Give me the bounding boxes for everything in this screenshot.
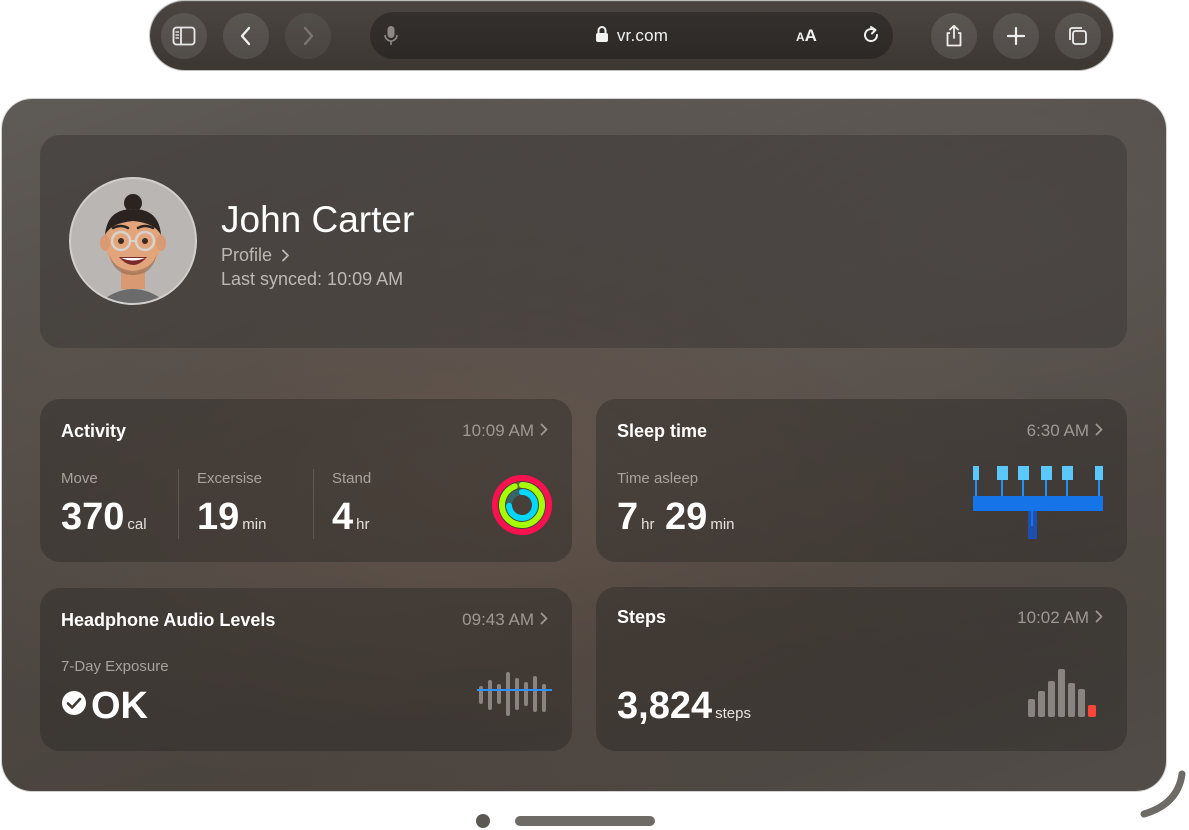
lock-icon [595,26,608,42]
steps-card[interactable]: Steps 10:02 AM 3,824 steps [596,587,1127,751]
browser-toolbar: vr.com AA [150,1,1113,70]
stand-number: 4 [332,496,354,538]
forward-button[interactable] [285,13,331,59]
divider [313,469,314,539]
activity-title: Activity [61,421,127,441]
sleep-hours-unit: hr [641,516,655,533]
stand-unit: hr [356,516,370,533]
resize-handle[interactable] [1138,770,1188,820]
url-label: vr.com [616,26,669,45]
share-icon [946,24,962,47]
profile-card: John Carter Profile Last synced: 10:09 A… [40,135,1127,348]
activity-time-label: 10:09 AM [462,421,534,440]
audio-levels-card[interactable]: Headphone Audio Levels 09:43 AM 7-Day Ex… [40,588,572,751]
reload-icon[interactable] [861,25,881,50]
sleep-stages-chart[interactable] [973,466,1107,542]
divider [178,469,179,539]
chevron-left-icon [240,26,251,46]
sleep-title: Sleep time [617,421,708,441]
sleep-time-label: 6:30 AM [1026,421,1089,440]
steps-time: 10:02 AM [1017,608,1103,628]
exercise-number: 19 [197,496,240,538]
audio-time: 09:43 AM [462,610,548,630]
steps-title: Steps [617,607,667,627]
steps-bars[interactable] [1028,667,1108,717]
text-size-button[interactable]: AA [796,26,817,46]
move-number: 370 [61,496,125,538]
chevron-right-icon [540,423,548,436]
share-button[interactable] [931,13,977,59]
chevron-right-icon [1095,610,1103,623]
exercise-unit: min [242,516,267,533]
address-bar[interactable]: vr.com AA [370,12,893,59]
last-synced: Last synced: 10:09 AM [221,269,404,289]
back-button[interactable] [223,13,269,59]
chevron-right-icon [1095,423,1103,436]
move-label: Move [61,470,98,487]
tabs-icon [1069,27,1087,45]
steps-number: 3,824 [617,685,713,727]
sleep-minutes: 29 [665,496,708,538]
steps-time-label: 10:02 AM [1017,608,1089,627]
checkmark-circle-icon [62,691,86,715]
chevron-right-icon [282,249,289,262]
move-value: 370 cal [61,496,147,539]
stand-label: Stand [332,470,372,487]
time-asleep-value: 7 hr 29 min [617,496,735,539]
audio-title: Headphone Audio Levels [61,610,276,630]
user-name: John Carter [221,199,415,240]
stand-value: 4 hr [332,496,369,539]
steps-value: 3,824 steps [617,685,751,728]
audio-time-label: 09:43 AM [462,610,534,629]
tabs-button[interactable] [1055,13,1101,59]
sleep-minutes-unit: min [710,516,735,533]
avatar[interactable] [69,177,197,305]
move-unit: cal [127,516,147,533]
activity-rings[interactable] [490,473,554,537]
sidebar-icon [172,26,196,46]
window-move-bar[interactable] [515,816,655,826]
steps-unit: steps [715,705,751,722]
exposure-label: 7-Day Exposure [61,658,169,675]
new-tab-button[interactable] [993,13,1039,59]
sleep-time: 6:30 AM [1027,421,1103,441]
current-steps-bar [1088,705,1096,717]
plus-icon [1006,26,1026,46]
profile-link[interactable]: Profile [221,245,290,266]
time-asleep-label: Time asleep [617,470,699,487]
activity-card[interactable]: Activity 10:09 AM Move 370 cal Excersise … [40,399,572,562]
activity-time: 10:09 AM [462,421,548,441]
sidebar-button[interactable] [161,13,207,59]
window-close-dot[interactable] [476,814,490,828]
sleep-hours: 7 [617,496,639,538]
chevron-right-icon [303,26,314,46]
audio-level-bars[interactable] [477,670,552,718]
exposure-status: OK [61,685,148,728]
exercise-label: Excersise [197,470,263,487]
exposure-status-text: OK [91,685,148,727]
exercise-value: 19 min [197,496,266,539]
sleep-card[interactable]: Sleep time 6:30 AM Time asleep 7 hr 29 min [596,399,1127,562]
chevron-right-icon [540,612,548,625]
app-window: John Carter Profile Last synced: 10:09 A… [2,99,1166,791]
profile-link-label: Profile [221,245,273,265]
